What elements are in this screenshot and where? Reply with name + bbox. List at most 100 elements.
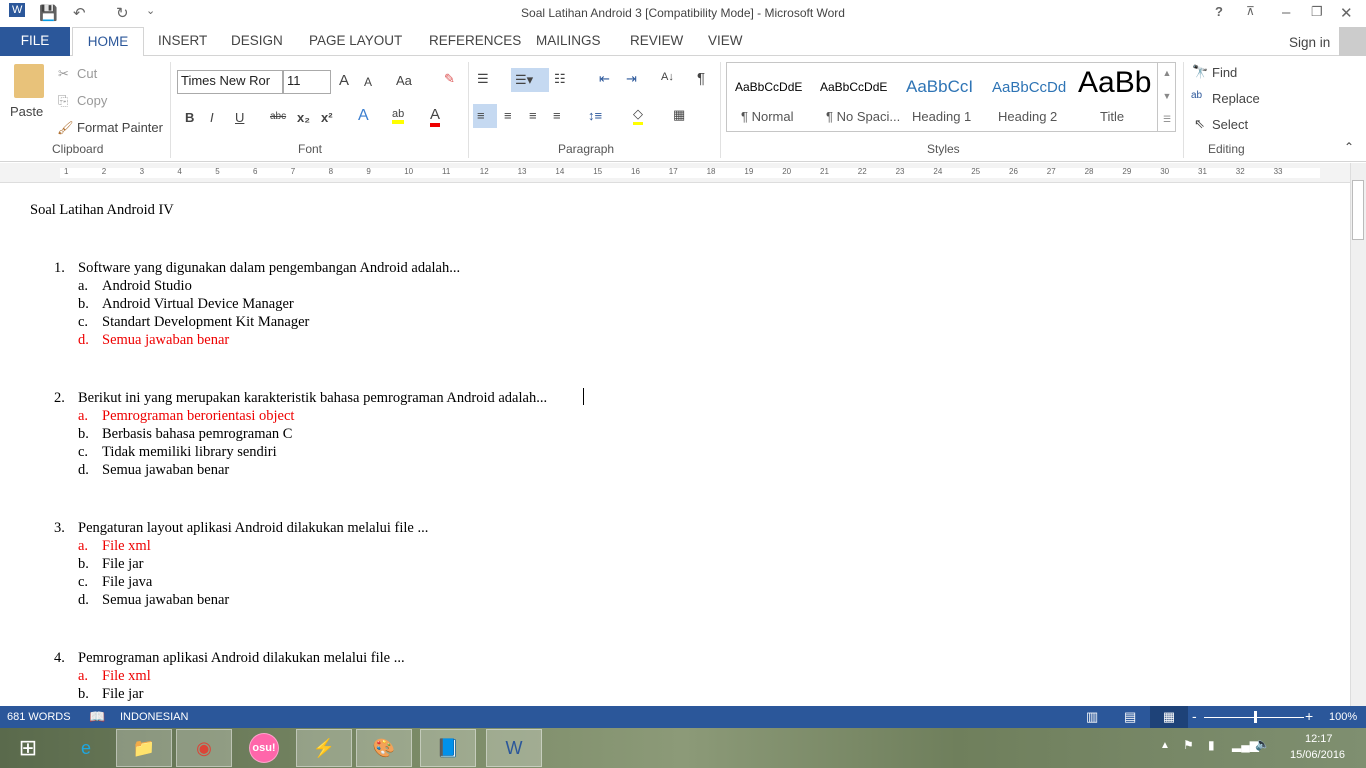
answer-option[interactable]: Tidak memiliki library sendiri <box>102 444 277 461</box>
file-explorer-icon[interactable]: 📁 <box>116 729 172 767</box>
answer-option[interactable]: Berbasis bahasa pemrograman C <box>102 426 292 443</box>
shading-icon[interactable]: ◇ <box>633 106 643 125</box>
restore-button[interactable]: ❐ <box>1311 4 1323 20</box>
tab-file[interactable]: FILE <box>0 27 70 56</box>
superscript-button[interactable]: x² <box>321 110 333 125</box>
zoom-in-button[interactable]: + <box>1305 708 1313 724</box>
scrollbar-thumb[interactable] <box>1352 180 1364 240</box>
ribbon-display-button[interactable]: ⊼ <box>1246 4 1255 18</box>
word-icon[interactable]: W <box>9 3 26 17</box>
save-button[interactable]: 💾 <box>39 4 58 22</box>
tab-insert[interactable]: INSERT <box>158 33 207 48</box>
clock-date[interactable]: 15/06/2016 <box>1290 749 1345 761</box>
copy-button[interactable]: Copy <box>77 93 107 108</box>
help-button[interactable]: ? <box>1215 4 1223 19</box>
font-size-input[interactable]: 11 <box>283 70 331 94</box>
tab-page-layout[interactable]: PAGE LAYOUT <box>309 33 402 48</box>
increase-indent-icon[interactable]: ⇥ <box>626 71 637 87</box>
battery-icon[interactable]: ▮ <box>1208 738 1215 752</box>
paste-button[interactable]: Paste <box>10 104 43 119</box>
subscript-button[interactable]: x₂ <box>297 110 310 125</box>
action-center-icon[interactable]: ⚑ <box>1183 738 1194 752</box>
select-button[interactable]: Select <box>1212 117 1248 132</box>
sign-in-link[interactable]: Sign in <box>1289 35 1330 50</box>
correct-answer-option[interactable]: File xml <box>102 668 151 685</box>
redo-button[interactable]: ↻ <box>116 4 129 22</box>
question-text[interactable]: Pengaturan layout aplikasi Android dilak… <box>78 520 428 537</box>
zoom-slider-thumb[interactable] <box>1254 711 1257 723</box>
avatar[interactable] <box>1339 27 1366 56</box>
answer-option[interactable]: Standart Development Kit Manager <box>102 314 309 331</box>
collapse-ribbon-icon[interactable]: ⌃ <box>1344 140 1354 154</box>
tab-view[interactable]: VIEW <box>708 33 743 48</box>
read-mode-icon[interactable]: ▥ <box>1086 709 1098 725</box>
word-taskbar-icon[interactable]: W <box>486 729 542 767</box>
answer-option[interactable]: File jar <box>102 556 143 573</box>
answer-option[interactable]: Semua jawaban benar <box>102 462 229 479</box>
web-layout-icon[interactable]: ▦ <box>1150 706 1188 728</box>
answer-option[interactable]: File jar <box>102 686 143 703</box>
italic-button[interactable]: I <box>210 110 214 125</box>
show-formatting-button[interactable]: ¶ <box>697 70 705 87</box>
multilevel-list-icon[interactable]: ☷ <box>554 71 566 87</box>
vertical-scrollbar[interactable] <box>1350 163 1366 706</box>
text-effects-button[interactable]: A <box>358 107 369 125</box>
notepad-icon[interactable]: 📘 <box>420 729 476 767</box>
shrink-font-button[interactable]: A <box>364 75 372 89</box>
osu-icon[interactable]: osu! <box>249 733 279 763</box>
question-text[interactable]: Software yang digunakan dalam pengembang… <box>78 260 460 277</box>
answer-option[interactable]: Android Studio <box>102 278 192 295</box>
numbering-icon[interactable]: ☰▾ <box>511 68 549 92</box>
bullets-icon[interactable]: ☰ <box>477 71 489 87</box>
question-text[interactable]: Pemrograman aplikasi Android dilakukan m… <box>78 650 405 667</box>
font-color-button[interactable]: A <box>430 106 441 127</box>
tab-references[interactable]: REFERENCES <box>429 33 521 48</box>
bold-button[interactable]: B <box>185 110 194 125</box>
format-painter-button[interactable]: Format Painter <box>77 120 163 135</box>
underline-button[interactable]: U <box>235 110 244 125</box>
answer-option[interactable]: File java <box>102 574 152 591</box>
clock-time[interactable]: 12:17 <box>1305 733 1333 745</box>
tab-design[interactable]: DESIGN <box>231 33 283 48</box>
correct-answer-option[interactable]: File xml <box>102 538 151 555</box>
tab-home[interactable]: HOME <box>72 27 144 57</box>
chrome-icon[interactable]: ◉ <box>176 729 232 767</box>
minimize-button[interactable]: – <box>1282 4 1290 21</box>
borders-icon[interactable]: ▦ <box>673 107 685 123</box>
strikethrough-button[interactable]: abc <box>270 111 286 122</box>
proofing-icon[interactable]: 📖 <box>89 709 105 725</box>
app-icon[interactable]: ⚡ <box>296 729 352 767</box>
print-layout-icon[interactable]: ▤ <box>1124 709 1136 725</box>
word-count[interactable]: 681 WORDS <box>7 711 71 723</box>
tray-overflow-icon[interactable]: ▲ <box>1160 740 1170 751</box>
tab-review[interactable]: REVIEW <box>630 33 683 48</box>
document-page[interactable]: Soal Latihan Android IV 1. Software yang … <box>0 184 1350 706</box>
align-left-icon[interactable]: ≡ <box>473 104 497 128</box>
align-right-icon[interactable]: ≡ <box>529 108 537 123</box>
correct-answer-option[interactable]: Pemrograman berorientasi object <box>102 408 294 425</box>
zoom-level[interactable]: 100% <box>1329 711 1357 723</box>
paste-icon[interactable] <box>14 64 44 98</box>
line-spacing-icon[interactable]: ↕≡ <box>588 108 602 123</box>
styles-scroll[interactable]: ▲ ▼ ☰ <box>1157 62 1176 132</box>
align-center-icon[interactable]: ≡ <box>504 108 512 123</box>
paint-icon[interactable]: 🎨 <box>356 729 412 767</box>
clear-formatting-icon[interactable]: ✎ <box>444 71 455 87</box>
answer-option[interactable]: Android Virtual Device Manager <box>102 296 294 313</box>
start-button[interactable]: ⊞ <box>0 729 56 767</box>
volume-icon[interactable]: 🔈 <box>1255 737 1270 751</box>
replace-button[interactable]: Replace <box>1212 91 1260 106</box>
justify-icon[interactable]: ≡ <box>553 108 561 123</box>
undo-button[interactable]: ↶ <box>73 4 86 22</box>
close-button[interactable]: ✕ <box>1340 4 1353 22</box>
question-text[interactable]: Berikut ini yang merupakan karakteristik… <box>78 390 547 407</box>
correct-answer-option[interactable]: Semua jawaban benar <box>102 332 229 349</box>
change-case-button[interactable]: Aa <box>396 73 412 88</box>
internet-explorer-icon[interactable]: e <box>58 729 114 767</box>
decrease-indent-icon[interactable]: ⇤ <box>599 71 610 87</box>
language-indicator[interactable]: INDONESIAN <box>120 711 188 723</box>
grow-font-button[interactable]: A <box>339 72 349 89</box>
customize-qat-button[interactable]: ⌄ <box>146 4 155 17</box>
find-button[interactable]: Find <box>1212 65 1237 80</box>
tab-mailings[interactable]: MAILINGS <box>536 33 601 48</box>
